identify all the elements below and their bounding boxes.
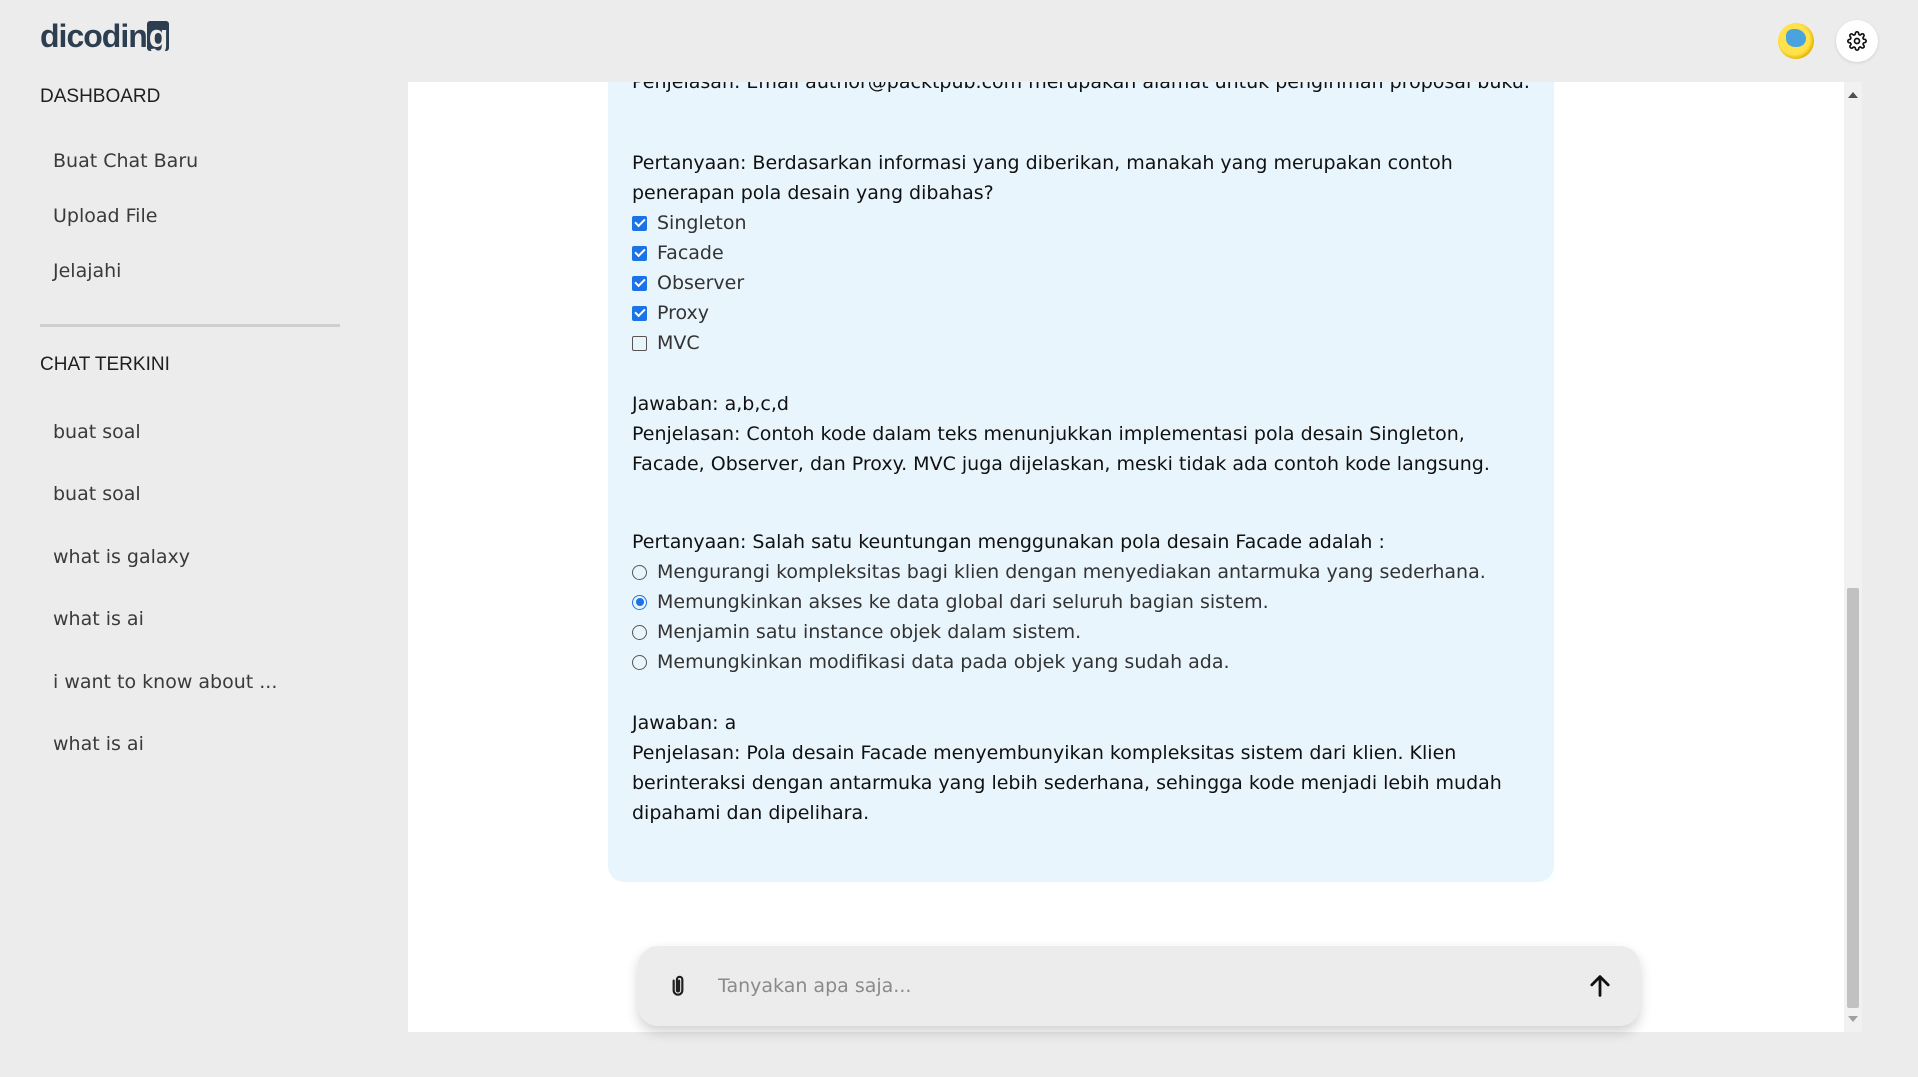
q2-answer: Jawaban: a xyxy=(632,712,737,734)
recent-chat-item[interactable]: what is galaxy xyxy=(53,546,190,568)
q2-explanation: Penjelasan: Pola desain Facade menyembun… xyxy=(632,742,1502,824)
q1-option[interactable]: MVC xyxy=(632,328,1530,358)
nav-upload-file[interactable]: Upload File xyxy=(53,205,157,227)
checkbox[interactable] xyxy=(632,215,647,231)
sidebar-divider xyxy=(40,324,340,327)
avatar-icon[interactable] xyxy=(1778,23,1814,59)
recent-chat-item[interactable]: buat soal xyxy=(53,483,141,505)
radio-button[interactable] xyxy=(632,594,647,610)
q2-option[interactable]: Mengurangi kompleksitas bagi klien denga… xyxy=(632,557,1530,587)
attach-button[interactable] xyxy=(638,971,718,1001)
q2-options: Mengurangi kompleksitas bagi klien denga… xyxy=(632,557,1530,677)
send-button[interactable] xyxy=(1560,972,1640,1000)
recent-chat-item[interactable]: what is ai xyxy=(53,608,144,630)
recent-chat-item[interactable]: what is ai xyxy=(53,733,144,755)
checkbox[interactable] xyxy=(632,335,647,351)
message-composer xyxy=(638,946,1640,1026)
nav-buat-chat-baru[interactable]: Buat Chat Baru xyxy=(53,150,198,172)
dashboard-title: DASHBOARD xyxy=(40,86,161,107)
q1-options: Singleton Facade Observer Proxy MVC xyxy=(632,208,1530,358)
q1-option[interactable]: Observer xyxy=(632,268,1530,298)
header-actions xyxy=(1778,20,1878,62)
nav-jelajahi[interactable]: Jelajahi xyxy=(53,260,121,282)
radio-button[interactable] xyxy=(632,624,647,640)
q2-option[interactable]: Memungkinkan akses ke data global dari s… xyxy=(632,587,1530,617)
q2-question: Pertanyaan: Salah satu keuntungan menggu… xyxy=(632,531,1385,553)
chat-input[interactable] xyxy=(718,975,1560,997)
radio-button[interactable] xyxy=(632,654,647,670)
scroll-up-arrow-icon[interactable] xyxy=(1848,92,1858,98)
paperclip-icon xyxy=(672,975,684,996)
vertical-scrollbar[interactable] xyxy=(1844,82,1862,1032)
chat-panel[interactable]: Penjelasan: Email author@packtpub.com me… xyxy=(408,82,1862,1032)
scroll-down-arrow-icon[interactable] xyxy=(1848,1016,1858,1022)
scroll-thumb[interactable] xyxy=(1847,588,1859,1008)
recent-chat-item[interactable]: buat soal xyxy=(53,421,141,443)
dicoding-logo[interactable]: dicoding xyxy=(40,18,170,55)
q2-option[interactable]: Menjamin satu instance objek dalam siste… xyxy=(632,617,1530,647)
q1-option[interactable]: Facade xyxy=(632,238,1530,268)
settings-button[interactable] xyxy=(1836,20,1878,62)
q1-answer: Jawaban: a,b,c,d xyxy=(632,393,789,415)
checkbox[interactable] xyxy=(632,305,647,321)
checkbox[interactable] xyxy=(632,245,647,261)
q1-explanation: Penjelasan: Contoh kode dalam teks menun… xyxy=(632,423,1490,475)
gear-icon xyxy=(1847,31,1867,51)
q1-question: Pertanyaan: Berdasarkan informasi yang d… xyxy=(632,152,1453,204)
arrow-up-icon xyxy=(1590,975,1610,997)
partial-explanation: Penjelasan: Email author@packtpub.com me… xyxy=(632,82,1530,93)
q1-option[interactable]: Proxy xyxy=(632,298,1530,328)
radio-button[interactable] xyxy=(632,564,647,580)
checkbox[interactable] xyxy=(632,275,647,291)
q1-option[interactable]: Singleton xyxy=(632,208,1530,238)
recent-chats-title: CHAT TERKINI xyxy=(40,354,170,375)
assistant-message-bubble: Penjelasan: Email author@packtpub.com me… xyxy=(608,82,1554,882)
recent-chat-item[interactable]: i want to know about ... xyxy=(53,671,277,693)
q2-option[interactable]: Memungkinkan modifikasi data pada objek … xyxy=(632,647,1530,677)
